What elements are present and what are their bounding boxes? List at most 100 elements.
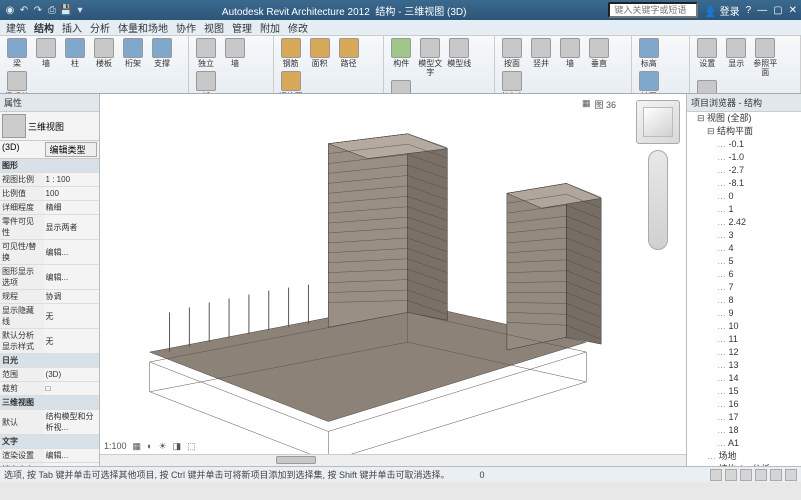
help-icon[interactable]: ? bbox=[746, 5, 752, 16]
ribbon-构件[interactable]: 构件 bbox=[388, 38, 414, 77]
tab-analyze[interactable]: 分析 bbox=[90, 20, 110, 35]
qat-print-icon[interactable]: ⎙ bbox=[46, 4, 58, 16]
ribbon-设置[interactable]: 设置 bbox=[694, 38, 720, 77]
browser-site[interactable]: 场地 bbox=[707, 450, 801, 463]
level-8[interactable]: 8 bbox=[717, 294, 801, 307]
ribbon-垂直[interactable]: 垂直 bbox=[586, 38, 612, 68]
ribbon-墙[interactable]: 墙 bbox=[33, 38, 59, 68]
level-13[interactable]: 13 bbox=[717, 359, 801, 372]
tab-modify[interactable]: 修改 bbox=[288, 20, 308, 35]
tab-struct[interactable]: 结构 bbox=[34, 20, 54, 35]
level-11[interactable]: 11 bbox=[717, 333, 801, 346]
level-17[interactable]: 17 bbox=[717, 411, 801, 424]
scrollbar-thumb[interactable] bbox=[276, 456, 316, 464]
ribbon-梁系统[interactable]: 梁系统 bbox=[4, 71, 30, 94]
level-3[interactable]: 3 bbox=[717, 229, 801, 242]
edit-type-button[interactable]: 编辑类型 bbox=[45, 142, 98, 157]
level--1.0[interactable]: -1.0 bbox=[717, 151, 801, 164]
ribbon-参照平面[interactable]: 参照平面 bbox=[752, 38, 778, 77]
ribbon-钢筋[interactable]: 钢筋 bbox=[278, 38, 304, 68]
app-menu-icon[interactable]: ◉ bbox=[4, 4, 16, 16]
shadow-icon[interactable]: ◨ bbox=[173, 441, 182, 452]
qat-undo-icon[interactable]: ↶ bbox=[18, 4, 30, 16]
level-12[interactable]: 12 bbox=[717, 346, 801, 359]
viewport-3d[interactable]: ▦ 图 36 bbox=[100, 94, 686, 466]
ribbon-老虎窗[interactable]: 老虎窗 bbox=[499, 71, 525, 94]
user-login[interactable]: 👤 登录 bbox=[704, 3, 739, 18]
scale-label[interactable]: 1:100 bbox=[104, 441, 127, 452]
level-A1[interactable]: A1 bbox=[717, 437, 801, 450]
crop-icon[interactable]: ⬚ bbox=[187, 441, 196, 452]
ribbon-模型文字[interactable]: 模型文字 bbox=[417, 38, 443, 77]
ribbon-墙[interactable]: 墙 bbox=[222, 38, 248, 68]
ribbon-轴网[interactable]: 轴网 bbox=[636, 71, 662, 94]
ribbon-柱[interactable]: 柱 bbox=[62, 38, 88, 68]
ribbon-楼板[interactable]: 楼板 bbox=[91, 38, 117, 68]
ribbon-墙[interactable]: 墙 bbox=[557, 38, 583, 68]
building-model bbox=[110, 104, 626, 461]
maximize-icon[interactable]: ▢ bbox=[773, 5, 782, 16]
level-9[interactable]: 9 bbox=[717, 307, 801, 320]
ribbon-竖井[interactable]: 竖井 bbox=[528, 38, 554, 68]
level--0.1[interactable]: -0.1 bbox=[717, 138, 801, 151]
sun-icon[interactable]: ☀ bbox=[158, 441, 166, 452]
tab-arch[interactable]: 建筑 bbox=[6, 20, 26, 35]
tab-collab[interactable]: 协作 bbox=[176, 20, 196, 35]
ribbon-面积[interactable]: 面积 bbox=[307, 38, 333, 68]
minimize-icon[interactable]: — bbox=[757, 5, 767, 16]
level--8.1[interactable]: -8.1 bbox=[717, 177, 801, 190]
status-icon[interactable] bbox=[740, 469, 752, 481]
status-icon[interactable] bbox=[710, 469, 722, 481]
status-icon[interactable] bbox=[725, 469, 737, 481]
search-input[interactable] bbox=[608, 2, 698, 18]
tab-massing[interactable]: 体量和场地 bbox=[118, 20, 168, 35]
level-16[interactable]: 16 bbox=[717, 398, 801, 411]
qat-more-icon[interactable]: ▾ bbox=[74, 4, 86, 16]
ribbon-板[interactable]: 板 bbox=[193, 71, 219, 94]
ribbon-显示[interactable]: 显示 bbox=[723, 38, 749, 77]
detail-icon[interactable]: ▦ bbox=[133, 441, 142, 452]
ribbon-独立[interactable]: 独立 bbox=[193, 38, 219, 68]
tab-manage[interactable]: 管理 bbox=[232, 20, 252, 35]
ribbon-支撑[interactable]: 支撑 bbox=[149, 38, 175, 68]
tab-view[interactable]: 视图 bbox=[204, 20, 224, 35]
qat-redo-icon[interactable]: ↷ bbox=[32, 4, 44, 16]
level--2.7[interactable]: -2.7 bbox=[717, 164, 801, 177]
tab-insert[interactable]: 插入 bbox=[62, 20, 82, 35]
ribbon-桁架[interactable]: 桁架 bbox=[120, 38, 146, 68]
ribbon-查看器[interactable]: 查看器 bbox=[694, 80, 720, 94]
browser-struct-plans[interactable]: 结构平面 bbox=[707, 125, 801, 138]
ribbon-模型线[interactable]: 模型线 bbox=[446, 38, 472, 77]
level-0[interactable]: 0 bbox=[717, 190, 801, 203]
status-icon[interactable] bbox=[785, 469, 797, 481]
level-14[interactable]: 14 bbox=[717, 372, 801, 385]
ribbon-梁[interactable]: 梁 bbox=[4, 38, 30, 68]
level-18[interactable]: 18 bbox=[717, 424, 801, 437]
level-7[interactable]: 7 bbox=[717, 281, 801, 294]
horizontal-scrollbar[interactable] bbox=[100, 454, 686, 466]
ribbon-按面[interactable]: 按面 bbox=[499, 38, 525, 68]
close-icon[interactable]: ✕ bbox=[789, 5, 797, 16]
status-bar: 选项, 按 Tab 键并单击可选择其他项目, 按 Ctrl 键并单击可将新项目添… bbox=[0, 466, 801, 482]
ribbon-标高[interactable]: 标高 bbox=[636, 38, 662, 68]
visual-style-icon[interactable]: ◐ bbox=[147, 441, 152, 452]
ribbon-路径[interactable]: 路径 bbox=[336, 38, 362, 68]
level-6[interactable]: 6 bbox=[717, 268, 801, 281]
status-icon[interactable] bbox=[755, 469, 767, 481]
level-4[interactable]: 4 bbox=[717, 242, 801, 255]
nav-wheel[interactable] bbox=[648, 150, 668, 250]
level-10[interactable]: 10 bbox=[717, 320, 801, 333]
view-cube[interactable] bbox=[636, 100, 680, 144]
status-icon[interactable] bbox=[770, 469, 782, 481]
level-1[interactable]: 1 bbox=[717, 203, 801, 216]
tab-addin[interactable]: 附加 bbox=[260, 20, 280, 35]
ribbon-模型组[interactable]: 模型组 bbox=[388, 80, 414, 94]
browser-root[interactable]: 视图 (全部) bbox=[697, 112, 801, 125]
qat-save-icon[interactable]: 💾 bbox=[60, 4, 72, 16]
type-selector[interactable]: 三维视图 bbox=[0, 112, 99, 140]
ribbon-钢筋网[interactable]: 钢筋网 bbox=[278, 71, 304, 94]
level-15[interactable]: 15 bbox=[717, 385, 801, 398]
level-2.42[interactable]: 2.42 bbox=[717, 216, 801, 229]
level-5[interactable]: 5 bbox=[717, 255, 801, 268]
browser-analysis[interactable]: 结构 1 - 分析 bbox=[707, 463, 801, 466]
